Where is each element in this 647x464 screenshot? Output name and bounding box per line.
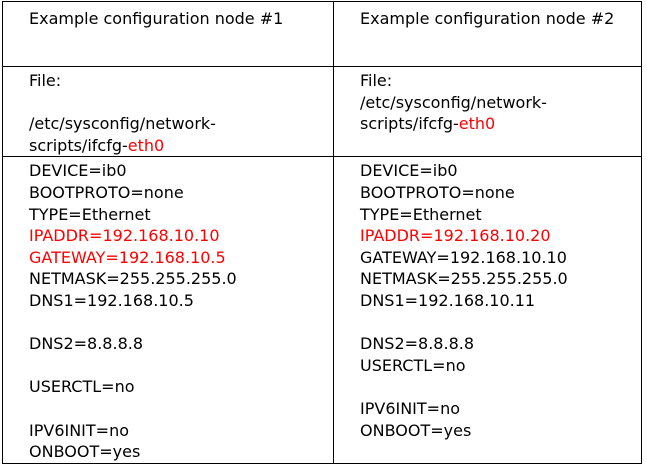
node2-title: Example configuration node #2 (360, 9, 615, 28)
node1-title: Example configuration node #1 (29, 9, 284, 28)
node2-device: DEVICE=ib0 (360, 161, 458, 181)
node2-dns1: DNS1=192.168.10.11 (360, 290, 536, 310)
node1-spacer-1 (29, 312, 333, 334)
node1-config-cell: DEVICE=ib0 BOOTPROTO=none TYPE=Ethernet … (2, 156, 334, 464)
node2-file-path-line1: /etc/sysconfig/network- (360, 92, 547, 112)
node1-ipaddr: IPADDR=192.168.10.10 (29, 226, 220, 246)
node2-spacer-2 (360, 376, 641, 398)
node1-header-cell: Example configuration node #1 (2, 1, 334, 67)
node1-ipv6init: IPV6INIT=no (29, 420, 130, 440)
node2-type: TYPE=Ethernet (360, 204, 482, 224)
node2-file-label: File: (360, 71, 393, 90)
node2-spacer-1 (360, 312, 641, 334)
node2-bootproto: BOOTPROTO=none (360, 182, 515, 202)
node1-spacer-2 (29, 355, 333, 377)
config-row: DEVICE=ib0 BOOTPROTO=none TYPE=Ethernet … (2, 156, 642, 464)
node2-dns2: DNS2=8.8.8.8 (360, 334, 475, 354)
node1-bootproto: BOOTPROTO=none (29, 182, 184, 202)
node2-header-cell: Example configuration node #2 (333, 1, 642, 67)
header-row: Example configuration node #1 Example co… (2, 1, 642, 67)
node2-file-path-prefix: scripts/ifcfg- (360, 114, 459, 134)
node2-ipv6init: IPV6INIT=no (360, 398, 461, 418)
node2-userctl: USERCTL=no (360, 355, 466, 375)
node2-onboot: ONBOOT=yes (360, 420, 472, 440)
node2-file-iface: eth0 (458, 114, 496, 134)
node1-netmask: NETMASK=255.255.255.0 (29, 269, 237, 289)
node1-spacer-3 (29, 398, 333, 420)
file-row: File: /etc/sysconfig/network- scripts/if… (2, 65, 642, 158)
node1-userctl: USERCTL=no (29, 377, 135, 397)
node1-file-spacer (29, 92, 333, 114)
node1-file-path-line1: /etc/sysconfig/network- (29, 114, 216, 134)
node1-file-iface: eth0 (127, 135, 165, 155)
node1-dns1: DNS1=192.168.10.5 (29, 290, 194, 310)
node2-ipaddr: IPADDR=192.168.10.20 (360, 226, 551, 246)
node1-type: TYPE=Ethernet (29, 204, 151, 224)
node1-onboot: ONBOOT=yes (29, 442, 141, 462)
node2-file-path-line2: scripts/ifcfg-eth0 (360, 113, 641, 135)
node1-file-path-line2: scripts/ifcfg-eth0 (29, 135, 333, 157)
node1-file-label: File: (29, 71, 62, 90)
node1-file-path-prefix: scripts/ifcfg- (29, 135, 128, 155)
node2-gateway: GATEWAY=192.168.10.10 (360, 247, 567, 267)
node1-file-cell: File: /etc/sysconfig/network- scripts/if… (2, 65, 334, 158)
node2-file-cell: File: /etc/sysconfig/network- scripts/if… (333, 65, 642, 158)
node1-gateway: GATEWAY=192.168.10.5 (29, 247, 226, 267)
node2-config-cell: DEVICE=ib0 BOOTPROTO=none TYPE=Ethernet … (333, 156, 642, 464)
node1-dns2: DNS2=8.8.8.8 (29, 334, 144, 354)
node1-device: DEVICE=ib0 (29, 161, 127, 181)
config-table: Example configuration node #1 Example co… (2, 1, 642, 464)
node2-netmask: NETMASK=255.255.255.0 (360, 269, 568, 289)
